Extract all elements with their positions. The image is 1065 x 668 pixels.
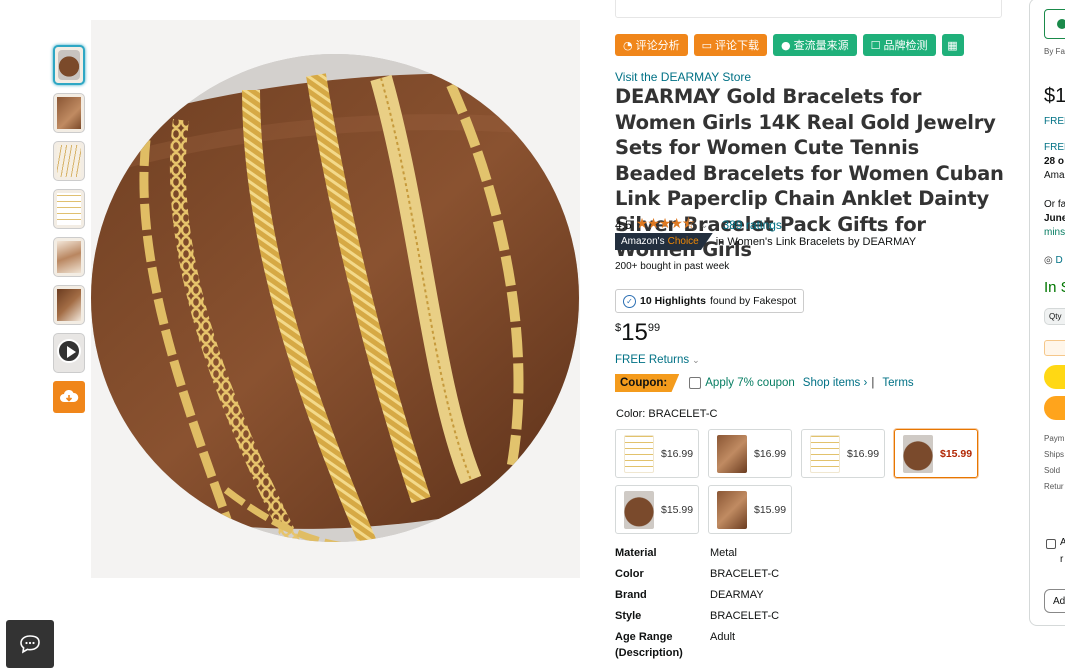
pie-chart-icon: ◔: [623, 38, 633, 52]
review-analysis-button[interactable]: ◔ 评论分析: [615, 34, 688, 56]
color-swatch[interactable]: $16.99: [708, 429, 792, 478]
swatch-image: [717, 490, 747, 529]
shop-items-link[interactable]: Shop items ›: [803, 377, 868, 389]
extension-badge[interactable]: [1044, 340, 1065, 356]
swatch-image: [810, 434, 840, 473]
by-line: By Fa: [1044, 47, 1065, 56]
thumbnail-1[interactable]: [53, 45, 85, 85]
thumbnail-6[interactable]: [53, 285, 85, 325]
ships-from-label: Ships: [1044, 450, 1065, 459]
chat-button[interactable]: [6, 620, 54, 668]
comment-icon: ▭: [701, 38, 713, 52]
coupon-row: Coupon: Apply 7% coupon Shop items › | T…: [615, 374, 914, 392]
main-product-image[interactable]: [91, 20, 580, 578]
chevron-down-icon[interactable]: ⌄: [700, 220, 708, 231]
bracelets-on-wrist-image: [91, 54, 579, 542]
gift-label-2: r: [1060, 554, 1064, 565]
returns-label: Retur: [1044, 482, 1064, 491]
coupon-badge: Coupon:: [615, 374, 680, 392]
chevron-down-icon: ⌄: [692, 355, 700, 365]
choice-category[interactable]: in Women's Link Bracelets by DEARMAY: [716, 236, 916, 248]
swatch-image: [624, 490, 654, 529]
coupon-checkbox[interactable]: [689, 377, 702, 389]
calculator-button[interactable]: ▦: [941, 34, 964, 56]
buy-now-button[interactable]: [1044, 396, 1065, 420]
add-to-cart-button[interactable]: [1044, 365, 1065, 389]
color-swatch[interactable]: $16.99: [615, 429, 699, 478]
bought-count: 200+ bought in past week: [615, 261, 730, 272]
extension-keyword-box: [615, 0, 1002, 18]
free-returns-link[interactable]: FREE Returns ⌄: [615, 354, 700, 366]
check-circle-icon: ✓: [623, 294, 636, 308]
fakespot-highlights-button[interactable]: ✓ 10 Highlights found by Fakespot: [615, 289, 805, 313]
download-button[interactable]: [53, 381, 85, 413]
color-label: Color: BRACELET-C: [616, 408, 718, 420]
spec-row: Color BRACELET-C: [615, 568, 780, 580]
extension-toolbar: ◔ 评论分析 ▭ 评论下载 ● 查流量来源 ☐ 品牌检测 ▦: [615, 34, 964, 56]
price: $ 15 99: [615, 319, 661, 346]
buybox-price: $1: [1044, 85, 1065, 107]
thumbnail-4[interactable]: [53, 189, 85, 229]
color-swatch[interactable]: $15.99: [708, 485, 792, 534]
coupon-terms-link[interactable]: Terms: [882, 377, 913, 389]
cloud-download-icon: [60, 389, 79, 402]
color-swatches: $16.99 $16.99 $16.99 $15.99 $15.99 $15.9…: [615, 429, 985, 534]
coupon-divider: |: [871, 377, 875, 389]
brand-check-button[interactable]: ☐ 品牌检测: [862, 34, 936, 56]
product-specs-table: Material Metal Color BRACELET-C Brand DEARM…: [615, 545, 779, 663]
traffic-source-button[interactable]: ● 查流量来源: [773, 34, 857, 56]
add-to-list-button[interactable]: Ad: [1044, 589, 1065, 613]
video-thumbnail[interactable]: [53, 333, 85, 373]
search-icon: ●: [781, 38, 791, 52]
thumbnail-strip: [53, 45, 87, 413]
thumbnail-3[interactable]: [53, 141, 85, 181]
spec-row: Brand DEARMAY: [615, 589, 764, 601]
location-pin-icon: ◎: [1044, 255, 1053, 266]
selected-color: BRACELET-C: [648, 408, 718, 420]
swatch-image: [903, 434, 933, 473]
sold-by-label: Sold: [1044, 466, 1061, 475]
buy-box: By Fa $1 FREE FREE 28 o Ama Or fa June m…: [1029, 0, 1065, 626]
apply-coupon-label[interactable]: Apply 7% coupon: [705, 377, 795, 389]
store-link[interactable]: Visit the DEARMAY Store: [615, 70, 751, 84]
spec-row: Age Range (Description) Adult: [615, 631, 736, 659]
swatch-image: [624, 434, 654, 473]
thumbnail-2[interactable]: [53, 93, 85, 133]
play-icon: [57, 339, 81, 363]
in-stock: In S: [1044, 279, 1065, 296]
rating-value: 4.5: [615, 218, 632, 232]
thumbnail-5[interactable]: [53, 237, 85, 277]
spec-row: Style BRACELET-C: [615, 610, 780, 622]
quantity-select[interactable]: Qty: [1044, 308, 1065, 325]
order-within: mins: [1044, 227, 1065, 238]
spec-row: Material Metal: [615, 547, 737, 559]
color-swatch-selected[interactable]: $15.99: [894, 429, 978, 478]
free-delivery-text[interactable]: FREE: [1044, 142, 1065, 153]
color-swatch[interactable]: $15.99: [615, 485, 699, 534]
chat-icon: [20, 635, 40, 654]
fastest-delivery: Or fa: [1044, 199, 1065, 210]
fastest-date: June: [1044, 213, 1065, 224]
calculator-icon: ▦: [947, 38, 958, 52]
product-page: ◔ 评论分析 ▭ 评论下载 ● 查流量来源 ☐ 品牌检测 ▦ Visit the DEA…: [0, 0, 1065, 668]
payment-label: Paym: [1044, 434, 1065, 443]
ratings-count-link[interactable]: 389 ratings: [723, 218, 782, 232]
color-swatch[interactable]: $16.99: [801, 429, 885, 478]
delivery-date: 28 o: [1044, 156, 1065, 167]
gift-checkbox[interactable]: [1046, 539, 1056, 549]
free-delivery-link[interactable]: FREE: [1044, 116, 1065, 127]
delivery-note: Ama: [1044, 170, 1065, 181]
swatch-image: [717, 434, 747, 473]
buy-option-button[interactable]: [1044, 9, 1065, 39]
amazons-choice-badge: Amazon's Choice: [615, 233, 713, 250]
deliver-to-link[interactable]: ◎ D: [1044, 255, 1063, 266]
review-download-button[interactable]: ▭ 评论下载: [693, 34, 768, 56]
amazons-choice: Amazon's Choice in Women's Link Bracelets…: [615, 233, 916, 250]
gift-label: A: [1060, 537, 1065, 548]
checkbox-icon: ☐: [870, 38, 881, 52]
